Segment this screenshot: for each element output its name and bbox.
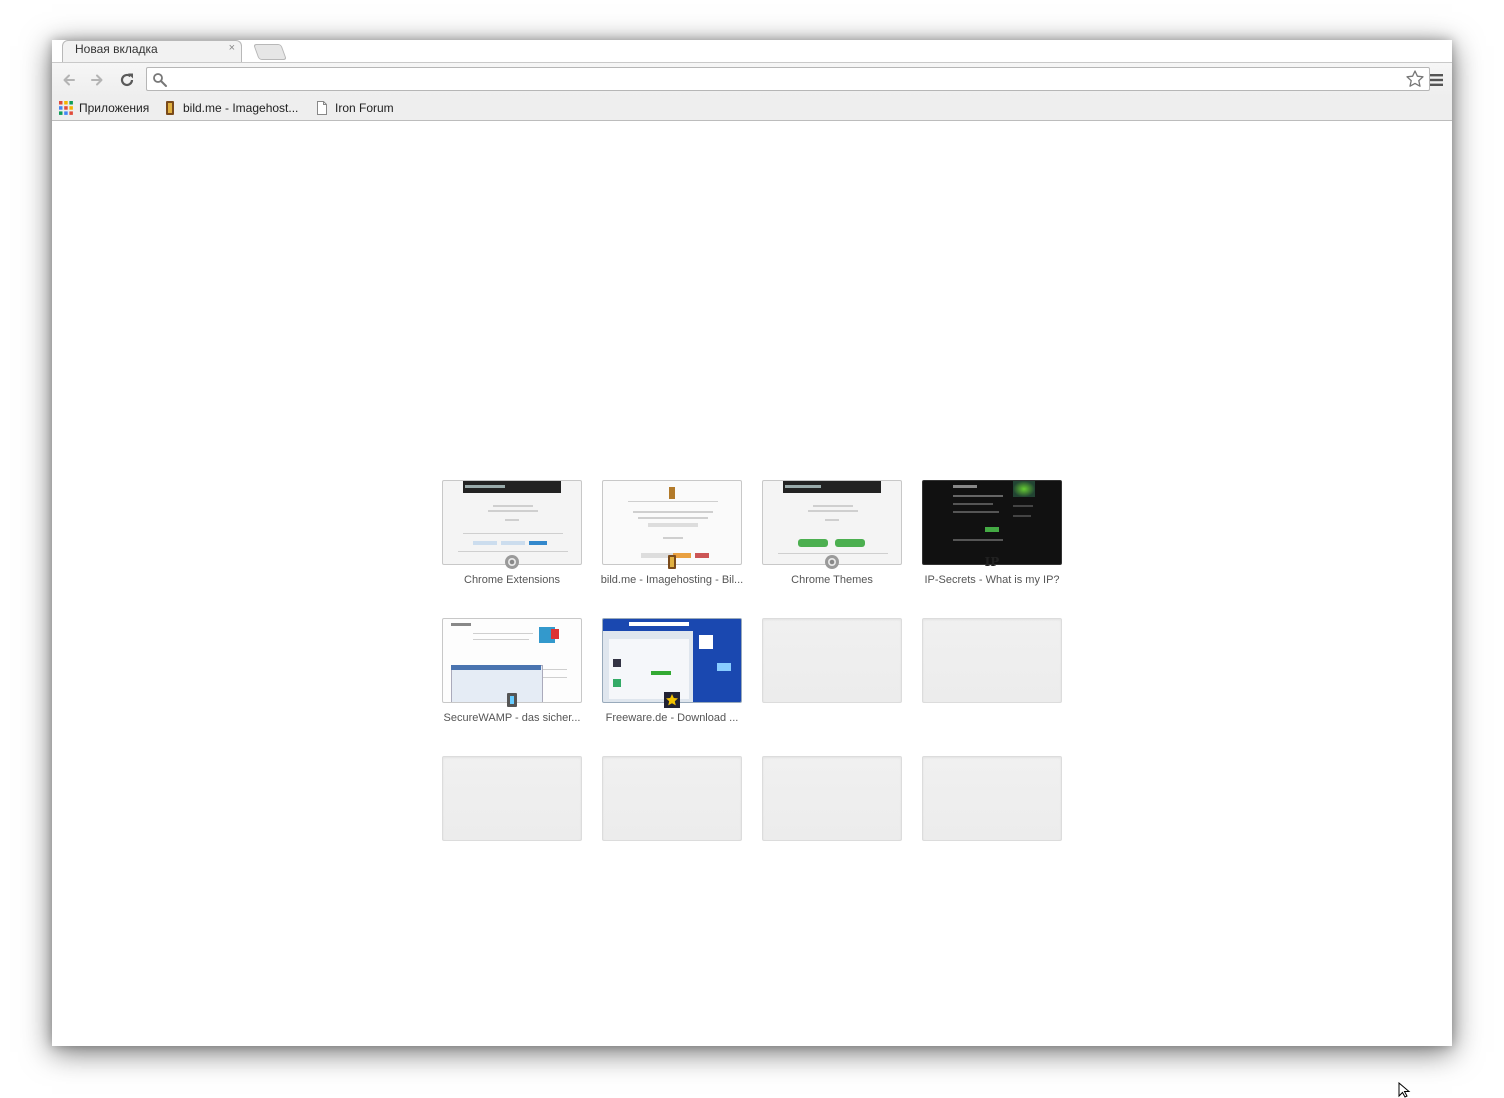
bookmark-label: Iron Forum	[335, 101, 394, 115]
bookmark-bildme[interactable]: bild.me - Imagehost...	[162, 99, 298, 117]
tab-strip: Новая вкладка ×	[52, 40, 1452, 62]
tile-title: SecureWAMP - das sicher...	[443, 712, 581, 724]
tab-close-icon[interactable]: ×	[229, 42, 235, 54]
freeware-star-icon	[664, 692, 680, 708]
most-visited-tile-empty	[922, 756, 1062, 841]
reload-icon	[120, 73, 134, 87]
page-icon	[317, 101, 327, 115]
forward-button[interactable]	[84, 67, 110, 93]
ip-secrets-favicon: IP	[984, 555, 1000, 569]
chrome-web-store-icon	[505, 555, 519, 569]
back-button[interactable]	[56, 67, 82, 93]
bildme-favicon	[166, 101, 174, 115]
tile-thumbnail[interactable]	[602, 480, 742, 565]
menu-icon[interactable]	[1428, 71, 1446, 89]
empty-tile-placeholder	[602, 756, 742, 841]
forward-arrow-icon	[91, 74, 103, 86]
empty-tile-placeholder	[442, 756, 582, 841]
chrome-web-store-icon	[825, 555, 839, 569]
bookmark-label: bild.me - Imagehost...	[183, 101, 299, 115]
empty-tile-placeholder	[922, 756, 1062, 841]
most-visited-tile[interactable]: Freeware.de - Download ...	[602, 618, 742, 724]
tile-thumbnail[interactable]	[442, 480, 582, 565]
toolbar	[52, 62, 1452, 97]
new-tab-button[interactable]	[253, 44, 287, 60]
apps-grid-icon	[59, 101, 73, 115]
tile-title: Chrome Extensions	[464, 574, 560, 586]
bookmark-apps[interactable]: Приложения	[58, 99, 149, 117]
tile-title: IP-Secrets - What is my IP?	[924, 574, 1060, 586]
bildme-favicon	[668, 555, 676, 569]
tab-new-tab[interactable]: Новая вкладка ×	[62, 40, 242, 62]
tile-thumbnail[interactable]	[602, 618, 742, 703]
empty-tile-placeholder	[922, 618, 1062, 703]
most-visited-tile-empty	[762, 756, 902, 841]
tab-title: Новая вкладка	[75, 42, 158, 56]
omnibox[interactable]	[146, 67, 1430, 91]
most-visited-tile-empty	[442, 756, 582, 841]
browser-window: Новая вкладка × Приложения bild.me - Ima…	[52, 40, 1452, 1046]
back-arrow-icon	[63, 74, 75, 86]
reload-button[interactable]	[114, 67, 140, 93]
bookmark-label: Приложения	[79, 101, 150, 115]
most-visited-tile-empty	[922, 618, 1062, 703]
empty-tile-placeholder	[762, 618, 902, 703]
omnibox-input[interactable]	[173, 70, 1397, 90]
most-visited-tile[interactable]: bild.me - Imagehosting - Bil...	[601, 480, 743, 586]
tile-title: Freeware.de - Download ...	[605, 712, 739, 724]
empty-tile-placeholder	[762, 756, 902, 841]
search-icon	[153, 73, 167, 87]
new-tab-page: Chrome Extensions bild.me - Imagehosting…	[52, 121, 1452, 1046]
bookmarks-bar: Приложения bild.me - Imagehost... Iron F…	[52, 96, 1452, 121]
most-visited-tile-empty	[762, 618, 902, 703]
most-visited-tile[interactable]: Chrome Themes	[762, 480, 902, 586]
securewamp-favicon	[507, 693, 517, 707]
tile-thumbnail[interactable]	[442, 618, 582, 703]
most-visited-tile-empty	[602, 756, 742, 841]
most-visited-tile[interactable]: Chrome Extensions	[442, 480, 582, 586]
mouse-cursor-icon	[1398, 1082, 1411, 1098]
bookmark-iron-forum[interactable]: Iron Forum	[314, 99, 394, 117]
tile-thumbnail[interactable]	[762, 480, 902, 565]
most-visited-tile[interactable]: IP IP-Secrets - What is my IP?	[922, 480, 1062, 586]
bookmark-star-icon[interactable]	[1405, 69, 1425, 89]
tile-title: Chrome Themes	[791, 574, 873, 586]
tile-title: bild.me - Imagehosting - Bil...	[600, 574, 744, 586]
most-visited-tile[interactable]: SecureWAMP - das sicher...	[442, 618, 582, 724]
tile-thumbnail[interactable]	[922, 480, 1062, 565]
